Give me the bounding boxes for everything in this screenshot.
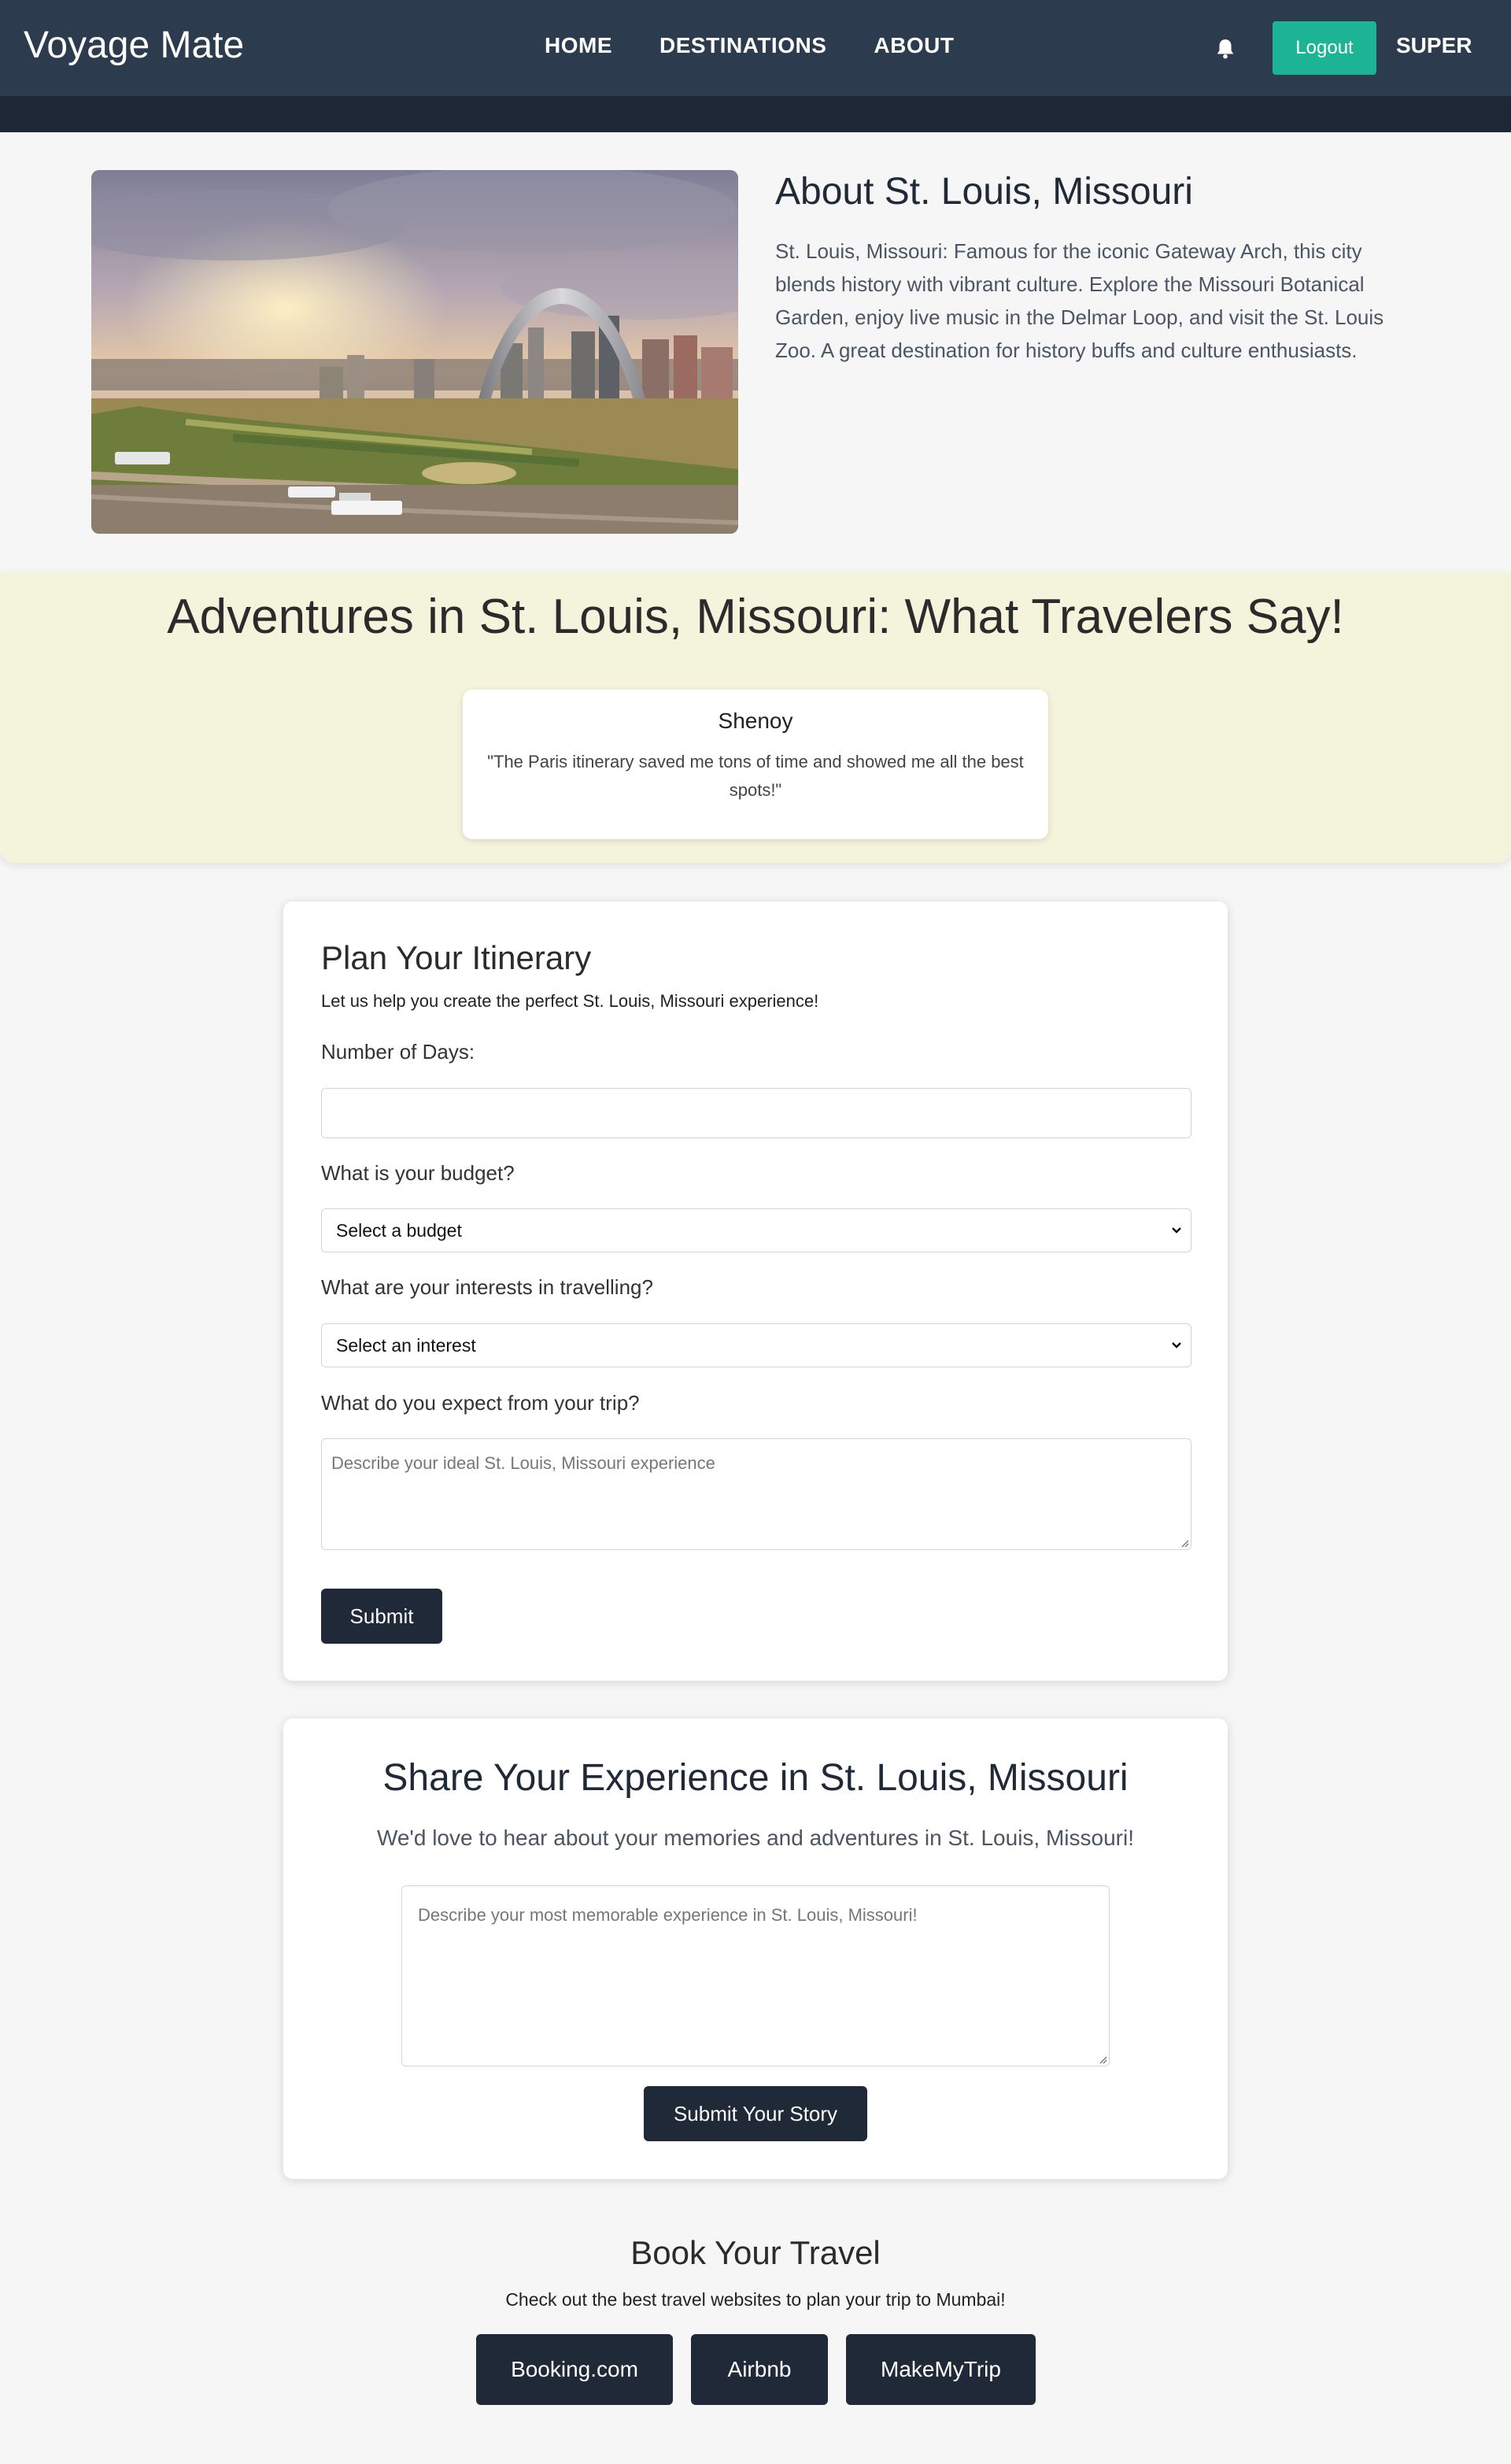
navbar: Voyage Mate HOME DESTINATIONS ABOUT Logo… <box>0 0 1511 96</box>
share-experience-card: Share Your Experience in St. Louis, Miss… <box>283 1719 1228 2179</box>
user-name[interactable]: SUPER <box>1396 33 1472 58</box>
story-textarea[interactable]: Describe your most memorable experience … <box>401 1885 1110 2066</box>
expect-textarea[interactable]: Describe your ideal St. Louis, Missouri … <box>321 1438 1191 1550</box>
logout-button[interactable]: Logout <box>1273 21 1376 75</box>
city-skyline-image <box>91 170 738 534</box>
brand-logo[interactable]: Voyage Mate <box>24 24 244 67</box>
expect-label: What do you expect from your trip? <box>321 1391 640 1415</box>
plan-subtitle: Let us help you create the perfect St. L… <box>321 991 819 1011</box>
nav-destinations-link[interactable]: DESTINATIONS <box>659 33 826 58</box>
plan-title: Plan Your Itinerary <box>321 939 592 976</box>
book-subtitle: Check out the best travel websites to pl… <box>505 2289 1006 2310</box>
about-description: St. Louis, Missouri: Famous for the icon… <box>775 239 1384 362</box>
chevron-down-icon <box>1172 1227 1181 1234</box>
about-title: About St. Louis, Missouri <box>775 171 1193 213</box>
expect-placeholder: Describe your ideal St. Louis, Missouri … <box>331 1453 715 1473</box>
testimonial-author: Shenoy <box>718 708 793 733</box>
testimonial-card: Shenoy "The Paris itinerary saved me ton… <box>463 690 1048 839</box>
nav-links: HOME DESTINATIONS ABOUT <box>545 33 954 58</box>
nav-about-link[interactable]: ABOUT <box>874 33 954 58</box>
resize-grip-icon[interactable] <box>1180 1538 1189 1548</box>
bell-icon[interactable] <box>1215 38 1236 60</box>
submit-story-button[interactable]: Submit Your Story <box>644 2086 867 2141</box>
testimonial-quote: "The Paris itinerary saved me tons of ti… <box>487 752 1024 800</box>
share-subtitle: We'd love to hear about your memories an… <box>377 1826 1134 1850</box>
days-input[interactable] <box>321 1088 1191 1138</box>
testimonials-section: Adventures in St. Louis, Missouri: What … <box>0 572 1511 863</box>
plan-itinerary-card: Plan Your Itinerary Let us help you crea… <box>283 901 1228 1681</box>
testimonials-title: Adventures in St. Louis, Missouri: What … <box>167 590 1344 644</box>
interest-select-value: Select an interest <box>336 1334 476 1356</box>
budget-select-value: Select a budget <box>336 1219 462 1241</box>
makemytrip-button[interactable]: MakeMyTrip <box>846 2334 1036 2405</box>
plan-submit-button[interactable]: Submit <box>321 1589 442 1644</box>
share-title: Share Your Experience in St. Louis, Miss… <box>382 1757 1129 1799</box>
booking-com-button[interactable]: Booking.com <box>476 2334 673 2405</box>
budget-select[interactable]: Select a budget <box>321 1208 1191 1252</box>
chevron-down-icon <box>1172 1342 1181 1349</box>
interest-select[interactable]: Select an interest <box>321 1323 1191 1367</box>
nav-strip <box>0 96 1511 132</box>
budget-label: What is your budget? <box>321 1161 515 1185</box>
story-placeholder: Describe your most memorable experience … <box>418 1905 918 1925</box>
days-label: Number of Days: <box>321 1040 475 1064</box>
interest-label: What are your interests in travelling? <box>321 1275 653 1299</box>
nav-home-link[interactable]: HOME <box>545 33 612 58</box>
book-title: Book Your Travel <box>630 2234 881 2271</box>
airbnb-button[interactable]: Airbnb <box>691 2334 828 2405</box>
resize-grip-icon[interactable] <box>1098 2055 1107 2064</box>
